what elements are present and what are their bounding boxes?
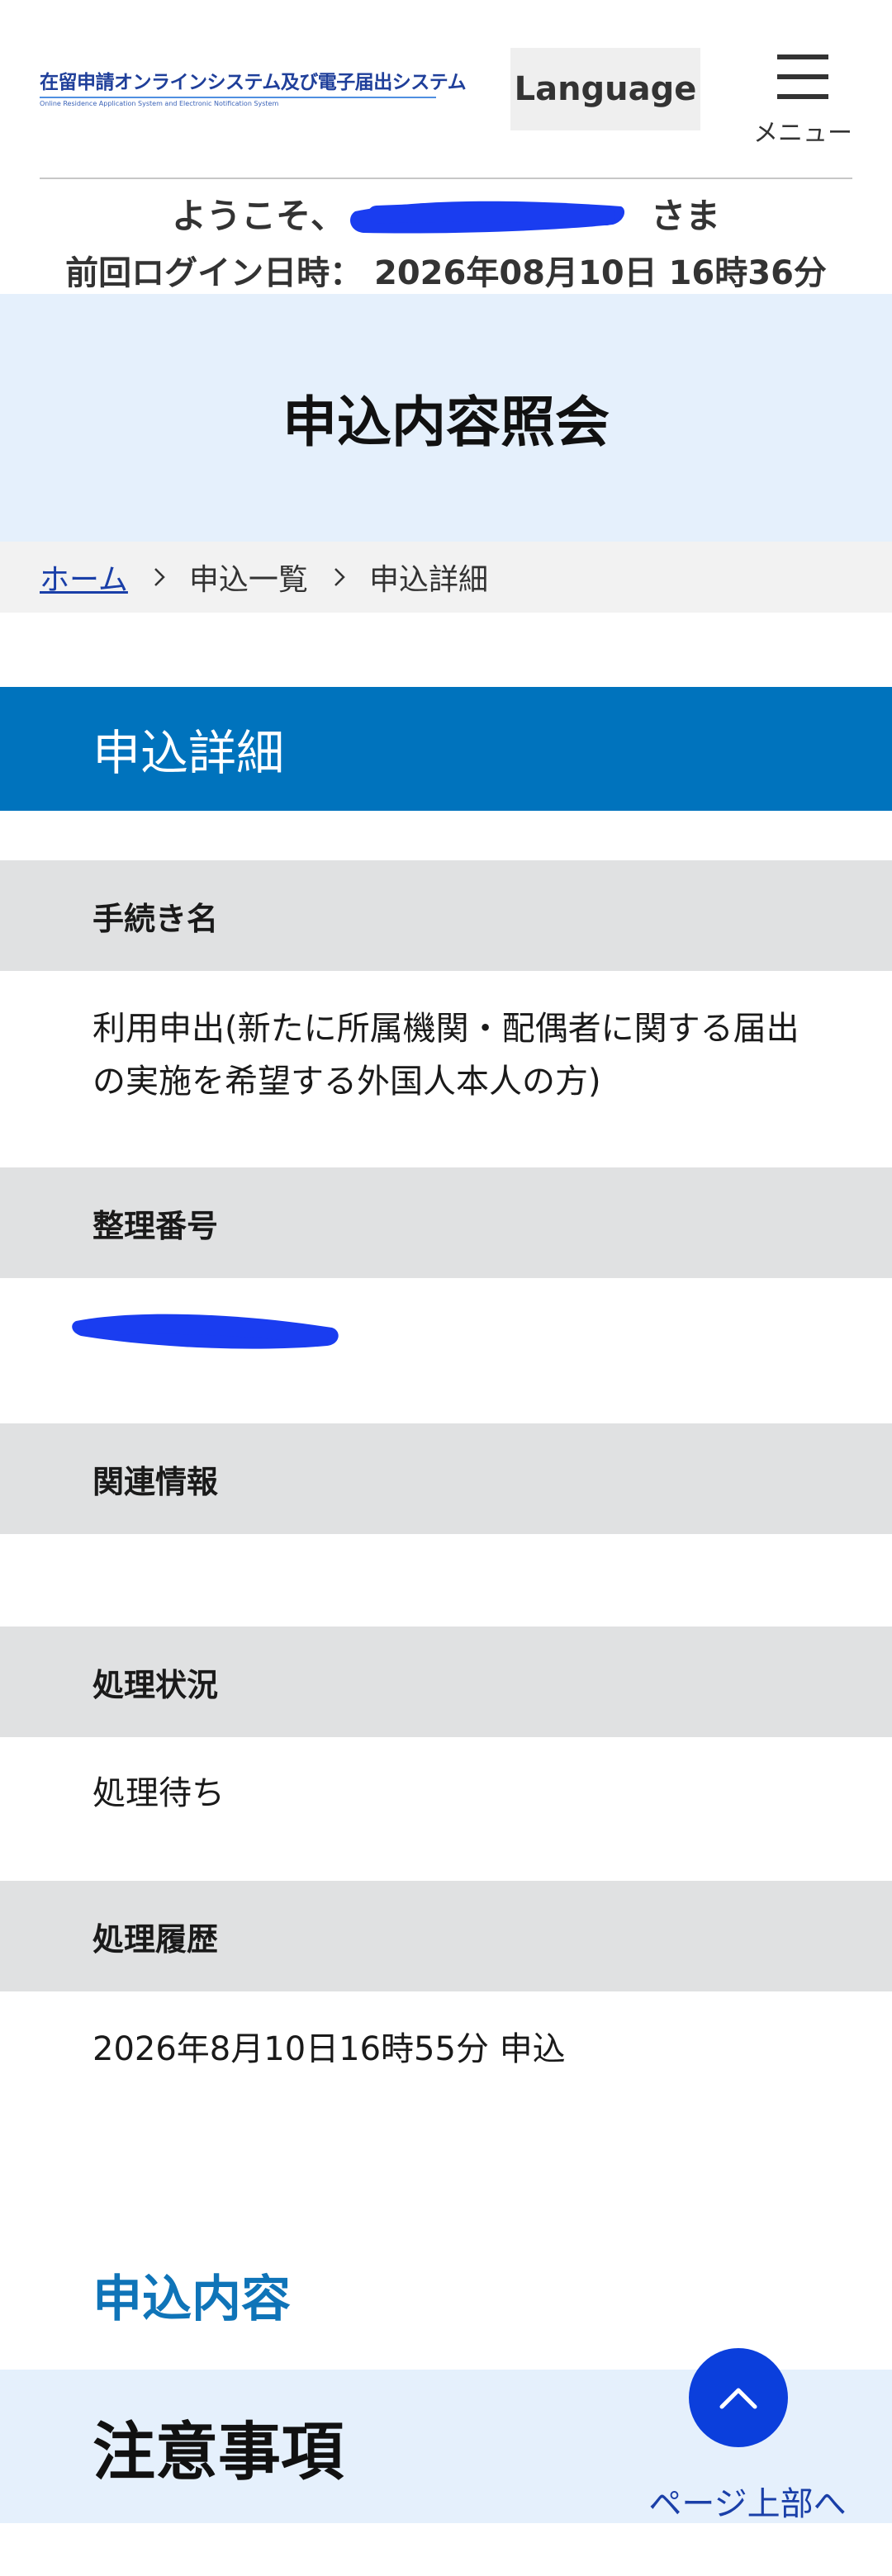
status-value: 処理待ち bbox=[93, 1774, 225, 1812]
site-logo[interactable]: 在留申請オンラインシステム及び電子届出システム Online Residence… bbox=[40, 64, 467, 109]
breadcrumb: ホーム 申込一覧 申込詳細 bbox=[0, 542, 892, 613]
related-info-label-text: 関連情報 bbox=[93, 1463, 219, 1500]
related-info-label: 関連情報 bbox=[0, 1423, 892, 1534]
header-divider bbox=[40, 178, 852, 179]
back-to-top-button[interactable] bbox=[689, 2348, 788, 2447]
application-content-heading: 申込内容 bbox=[93, 2271, 291, 2328]
page-title-band: 申込内容照会 bbox=[0, 294, 892, 542]
status-label-text: 処理状況 bbox=[93, 1666, 219, 1703]
history-value: 2026年8月10日16時55分 申込 bbox=[93, 2030, 566, 2068]
logo-subtext: Online Residence Application System and … bbox=[40, 97, 436, 107]
breadcrumb-current: 申込詳細 bbox=[368, 563, 488, 597]
history-label-text: 処理履歴 bbox=[93, 1920, 219, 1958]
chevron-right-icon bbox=[154, 568, 165, 586]
language-button[interactable]: Language bbox=[510, 48, 700, 130]
hamburger-icon bbox=[777, 54, 828, 99]
page-title: 申込内容照会 bbox=[282, 391, 610, 454]
redaction-scribble bbox=[350, 201, 625, 234]
menu-button[interactable]: メニュー bbox=[747, 48, 859, 152]
chevron-up-icon bbox=[719, 2388, 757, 2409]
welcome-suffix: さま bbox=[651, 196, 721, 236]
chevron-right-icon bbox=[334, 568, 345, 586]
welcome-prefix: ようこそ、 bbox=[171, 196, 345, 236]
last-login: 前回ログイン日時： 2026年08月10日 16時36分 bbox=[65, 254, 827, 292]
reference-number-label-text: 整理番号 bbox=[93, 1207, 219, 1244]
procedure-value: 利用申出(新たに所属機関・配偶者に関する届出の実施を希望する外国人本人の方) bbox=[93, 1010, 799, 1101]
back-to-top-link[interactable]: ページ上部へ bbox=[628, 2477, 867, 2525]
redaction-scribble bbox=[72, 1314, 339, 1349]
section-header: 申込詳細 bbox=[0, 687, 892, 811]
status-label: 処理状況 bbox=[0, 1627, 892, 1737]
logo-text: 在留申請オンラインシステム及び電子届出システム bbox=[40, 72, 467, 93]
procedure-label: 手続き名 bbox=[0, 860, 892, 971]
breadcrumb-list: 申込一覧 bbox=[188, 563, 308, 597]
breadcrumb-home-link[interactable]: ホーム bbox=[40, 556, 128, 599]
section-title: 申込詳細 bbox=[93, 725, 285, 781]
history-label: 処理履歴 bbox=[0, 1881, 892, 1991]
notice-title: 注意事項 bbox=[93, 2415, 344, 2488]
procedure-label-text: 手続き名 bbox=[93, 900, 219, 937]
reference-number-label: 整理番号 bbox=[0, 1167, 892, 1278]
menu-label: メニュー bbox=[753, 119, 852, 148]
